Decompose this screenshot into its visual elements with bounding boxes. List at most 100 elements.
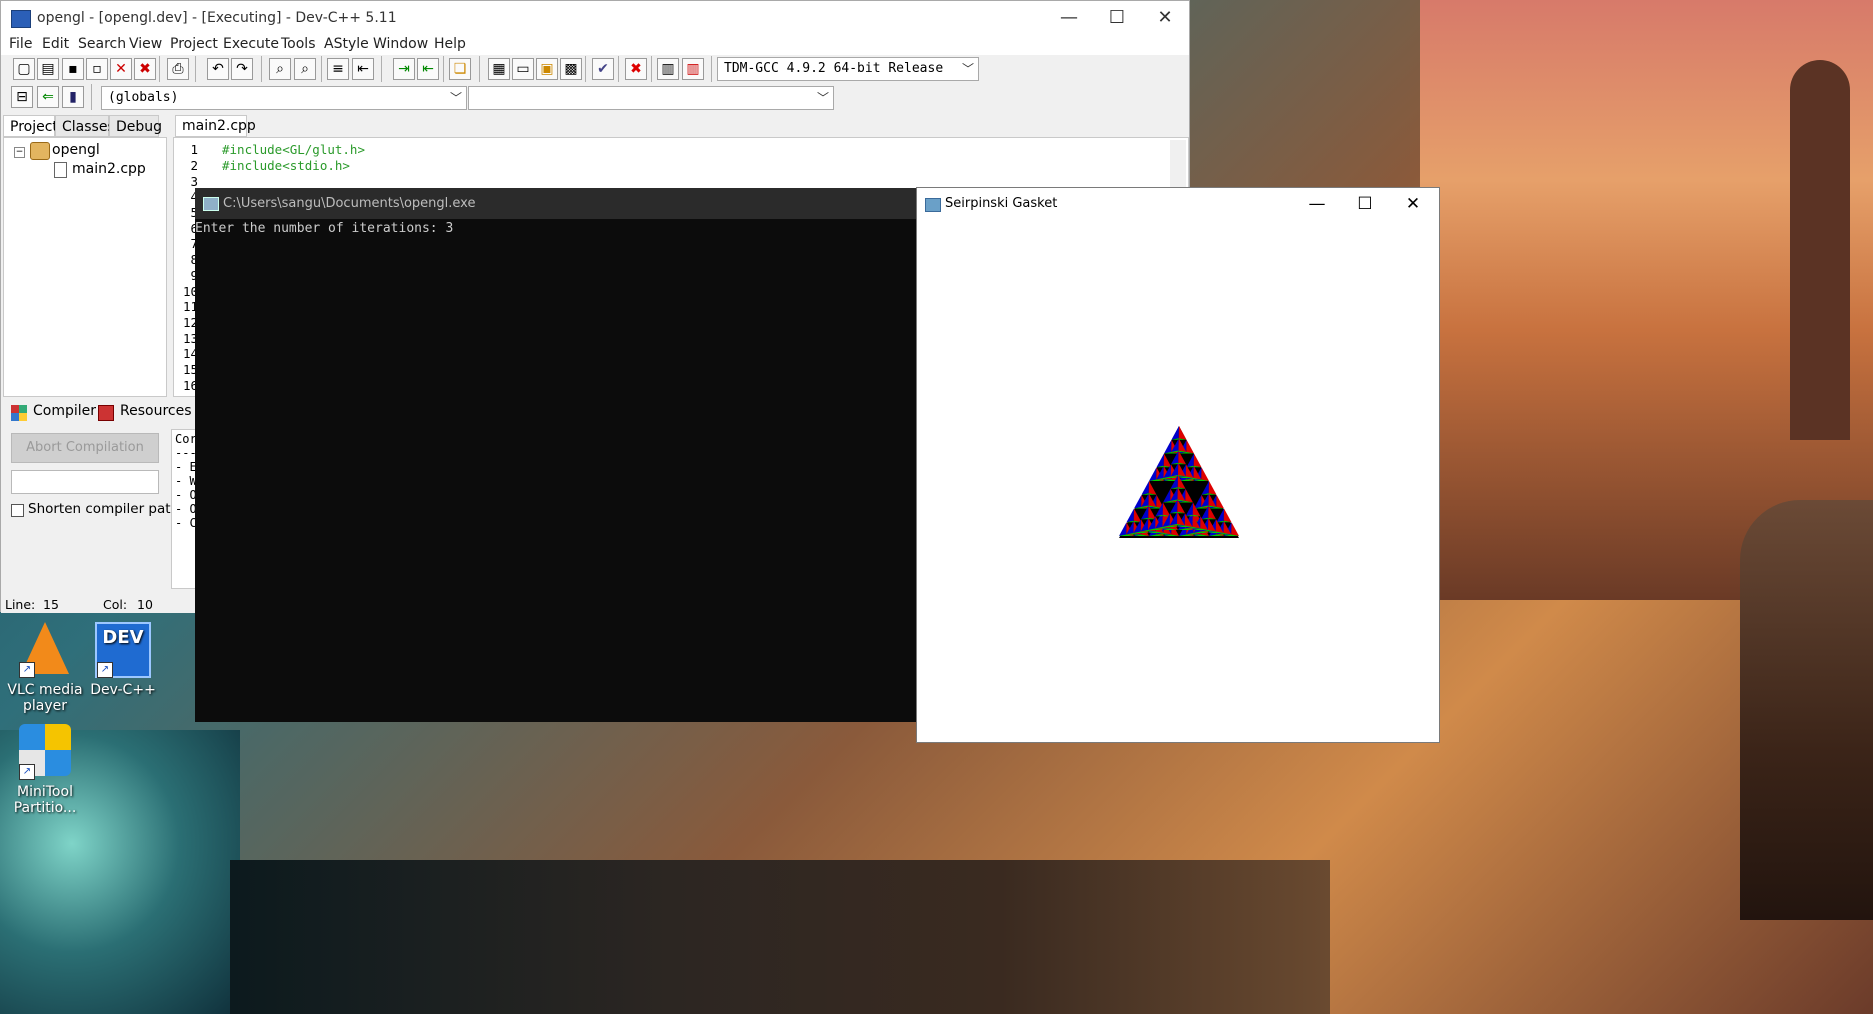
status-bar: Line: 15 Col: 10 [1, 595, 196, 613]
maximize-button[interactable]: ☐ [1093, 1, 1141, 35]
replace-icon[interactable]: ⌕ [294, 58, 316, 80]
menu-window[interactable]: Window [373, 36, 428, 52]
console-title: C:\Users\sangu\Documents\opengl.exe [223, 196, 476, 211]
toolbar-separator [711, 56, 712, 82]
status-line-value: 15 [43, 597, 59, 612]
redo-icon[interactable]: ↷ [231, 58, 253, 80]
profile-icon[interactable]: ▥ [657, 58, 679, 80]
gasket-face-right [1223, 508, 1232, 523]
back-icon[interactable]: ⇤ [417, 58, 439, 80]
tab-project[interactable]: Project [3, 115, 58, 137]
minimize-button[interactable]: — [1045, 1, 1093, 35]
gasket-face-left [1156, 453, 1164, 468]
desktop-icon-devcpp[interactable]: DEV ↗ Dev-C++ [78, 622, 168, 698]
code-line: #include<GL/glut.h> [222, 142, 365, 157]
goto-icon[interactable]: ⇥ [393, 58, 415, 80]
desktop-icon-label: Dev-C++ [90, 682, 156, 698]
tree-item-project[interactable]: opengl [52, 142, 100, 158]
menu-search[interactable]: Search [78, 36, 126, 52]
indent-icon[interactable]: ≡ [327, 58, 349, 80]
menu-help[interactable]: Help [434, 36, 466, 52]
print-icon[interactable]: ⎙ [167, 58, 189, 80]
console-titlebar[interactable]: C:\Users\sangu\Documents\opengl.exe [195, 188, 917, 219]
tree-item-file[interactable]: main2.cpp [72, 161, 146, 177]
left-panel-tabs: Project Classes Debug [3, 115, 168, 137]
check-syntax-icon[interactable]: ✔ [592, 58, 614, 80]
gasket-minimize-button[interactable]: — [1293, 188, 1341, 220]
menu-view[interactable]: View [129, 36, 162, 52]
run-icon[interactable]: ▭ [512, 58, 534, 80]
close-button[interactable]: ✕ [1141, 1, 1189, 35]
scope-select[interactable]: (globals) ﹀ [101, 86, 467, 110]
gasket-face-right [1193, 453, 1202, 468]
toolbar-separator [261, 56, 262, 82]
toolbar-separator [321, 56, 322, 82]
gasket-maximize-button[interactable]: ☐ [1341, 188, 1389, 220]
rebuild-icon[interactable]: ▩ [560, 58, 582, 80]
gasket-face-left [1141, 481, 1149, 495]
menu-astyle[interactable]: AStyle [324, 36, 369, 52]
compile-icon[interactable]: ▦ [488, 58, 510, 80]
tab-debug[interactable]: Debug [109, 115, 162, 137]
console-window[interactable]: C:\Users\sangu\Documents\opengl.exe Ente… [195, 188, 917, 722]
desktop-icon-minitool[interactable]: ↗ MiniTool Partitio... [0, 724, 90, 816]
bookmark-icon[interactable]: ❏ [449, 58, 471, 80]
new-file-icon[interactable]: ▢ [13, 58, 35, 80]
console-app-icon [203, 197, 219, 211]
window-title: opengl - [opengl.dev] - [Executing] - De… [37, 10, 397, 26]
compile-run-icon[interactable]: ▣ [536, 58, 558, 80]
gasket-face-right [1208, 481, 1217, 495]
vlc-icon: ↗ [17, 622, 73, 678]
desktop-icon-vlc[interactable]: ↗ VLC media player [0, 622, 90, 714]
gasket-titlebar[interactable]: Seirpinski Gasket — ☐ ✕ [917, 188, 1439, 220]
menu-execute[interactable]: Execute [223, 36, 279, 52]
find-icon[interactable]: ⌕ [269, 58, 291, 80]
editor-tab-main2[interactable]: main2.cpp [175, 115, 256, 137]
toolbar-separator [195, 56, 196, 82]
unindent-icon[interactable]: ⇤ [352, 58, 374, 80]
save-icon[interactable]: ▪ [62, 58, 84, 80]
toolbar-separator [479, 56, 480, 82]
gasket-close-button[interactable]: ✕ [1389, 188, 1437, 220]
gasket-face-right [1201, 467, 1209, 481]
close-all-icon[interactable]: ✖ [134, 58, 156, 80]
cpp-file-icon [54, 162, 67, 178]
tab-classes[interactable]: Classes [55, 115, 115, 137]
wallpaper-ground [230, 860, 1330, 1014]
code-line: #include<stdio.h> [222, 158, 350, 173]
toggle-bookmark-icon[interactable]: ⇐ [37, 86, 59, 108]
wallpaper-soldier [1740, 500, 1873, 920]
undo-icon[interactable]: ↶ [207, 58, 229, 80]
compiler-select[interactable]: TDM-GCC 4.9.2 64-bit Release ﹀ [717, 57, 979, 81]
chevron-down-icon: ﹀ [449, 91, 462, 105]
stop-execution-icon[interactable]: ✖ [625, 58, 647, 80]
line-number: 2 [190, 158, 198, 173]
shorten-paths-checkbox[interactable] [11, 504, 24, 517]
menu-file[interactable]: File [9, 36, 32, 52]
member-select[interactable]: ﹀ [468, 86, 834, 110]
chevron-down-icon: ﹀ [961, 62, 974, 76]
save-all-icon[interactable]: ▫ [86, 58, 108, 80]
open-file-icon[interactable]: ▤ [37, 58, 59, 80]
abort-compilation-button[interactable]: Abort Compilation [11, 433, 159, 463]
menu-edit[interactable]: Edit [42, 36, 69, 52]
tab-compiler[interactable]: Compiler [33, 403, 96, 419]
close-file-icon[interactable]: ✕ [110, 58, 132, 80]
gasket-face-right [1231, 522, 1239, 536]
desktop-icon-label: player [22, 698, 67, 714]
line-number: 1 [190, 142, 198, 157]
tab-resources[interactable]: Resources [120, 403, 192, 419]
tree-collapse-icon[interactable]: − [14, 147, 25, 158]
menu-project[interactable]: Project [170, 36, 218, 52]
toolbar-separator [159, 56, 160, 82]
scope-select-value: (globals) [108, 90, 179, 105]
delete-profile-icon[interactable]: ▥ [682, 58, 704, 80]
class-insert-icon[interactable]: ⊟ [11, 86, 33, 108]
menu-tools[interactable]: Tools [281, 36, 316, 52]
toolbar-separator [618, 56, 619, 82]
gasket-faces [1119, 426, 1239, 538]
project-icon [30, 142, 50, 160]
goto-bookmark-icon[interactable]: ▮ [62, 86, 84, 108]
gasket-face-left [1164, 439, 1172, 454]
devcpp-titlebar[interactable]: opengl - [opengl.dev] - [Executing] - De… [1, 1, 1189, 35]
